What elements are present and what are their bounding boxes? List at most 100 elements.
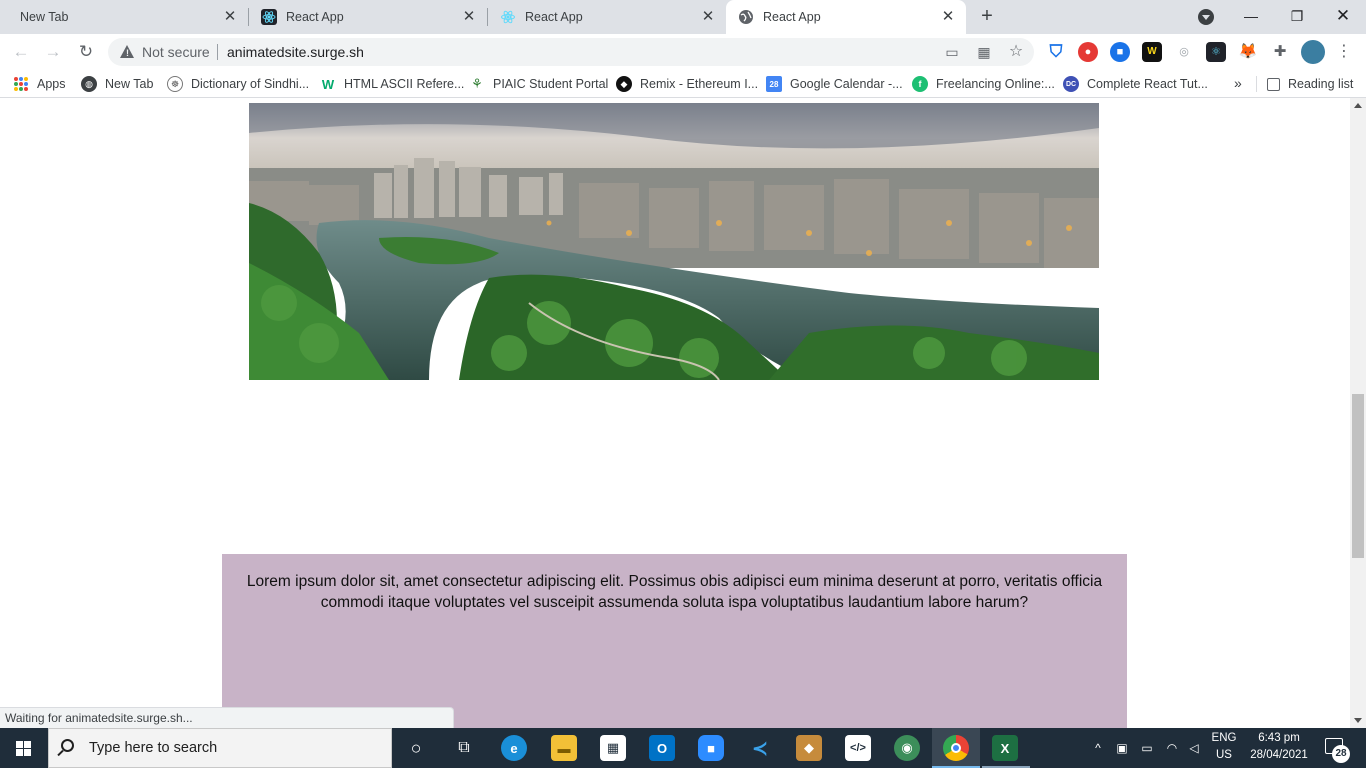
globe-icon xyxy=(738,9,754,25)
tray-app-icon[interactable]: ▣ xyxy=(1114,740,1130,756)
back-button[interactable]: ← xyxy=(10,41,32,63)
reading-list-label: Reading list xyxy=(1288,77,1354,91)
puzzle-extensions-icon[interactable]: ✚ xyxy=(1270,42,1290,62)
minimize-button[interactable]: — xyxy=(1228,2,1274,30)
region-indicator[interactable]: US xyxy=(1208,749,1240,761)
task-view-icon[interactable]: ⧉ xyxy=(451,735,477,761)
vertical-scrollbar[interactable] xyxy=(1350,98,1366,728)
tray-overflow-icon[interactable]: ^ xyxy=(1090,740,1106,756)
blue-extension-icon[interactable]: ■ xyxy=(1110,42,1130,62)
cast-icon[interactable]: ▭ xyxy=(944,44,960,60)
globe-icon: ◍ xyxy=(81,76,97,92)
language-indicator[interactable]: ENG xyxy=(1208,732,1240,744)
volume-icon[interactable]: ◁ xyxy=(1186,740,1202,756)
shield-extension-icon[interactable]: ⛉ xyxy=(1046,42,1066,62)
bookmark-freelancing[interactable]: f Freelancing Online:... xyxy=(912,75,1055,93)
red-extension-icon[interactable]: ● xyxy=(1078,42,1098,62)
qr-code-icon[interactable]: ▦ xyxy=(976,44,992,60)
bookmark-remix[interactable]: ◆ Remix - Ethereum I... xyxy=(616,75,758,93)
tab-title: New Tab xyxy=(20,10,69,24)
dc-icon: DC xyxy=(1063,76,1079,92)
outlook-icon[interactable]: O xyxy=(649,735,675,761)
tab-react-app-active[interactable]: React App ✕ xyxy=(726,0,966,34)
scroll-thumb[interactable] xyxy=(1352,394,1364,558)
metamask-icon[interactable]: 🦊 xyxy=(1238,42,1258,62)
bookmark-google-calendar[interactable]: 28 Google Calendar -... xyxy=(766,75,903,93)
store-icon[interactable]: ▦ xyxy=(600,735,626,761)
page-viewport: Lorem ipsum dolor sit, amet consectetur … xyxy=(0,98,1350,728)
profile-avatar[interactable] xyxy=(1301,40,1325,64)
notification-count-badge: 28 xyxy=(1332,745,1350,763)
reading-list-button[interactable]: Reading list xyxy=(1267,75,1353,93)
package-app-icon[interactable]: ◆ xyxy=(796,735,822,761)
content-box: Lorem ipsum dolor sit, amet consectetur … xyxy=(222,554,1127,728)
code-editor-icon[interactable]: </> xyxy=(845,735,871,761)
bookmark-label: New Tab xyxy=(105,77,154,91)
close-icon[interactable]: ✕ xyxy=(700,9,716,25)
search-placeholder: Type here to search xyxy=(89,740,218,756)
bookmark-star-icon[interactable]: ☆ xyxy=(1008,44,1024,60)
scroll-up-arrow-icon[interactable] xyxy=(1354,103,1362,108)
bookmark-html-ascii[interactable]: W HTML ASCII Refere... xyxy=(320,75,465,93)
security-status[interactable]: Not secure xyxy=(142,44,210,60)
circle-extension-icon[interactable]: ◎ xyxy=(1174,42,1194,62)
scroll-down-arrow-icon[interactable] xyxy=(1354,718,1362,723)
address-bar[interactable]: ! Not secure animatedsite.surge.sh ▭ ▦ ☆ xyxy=(108,38,1034,66)
status-bubble: Waiting for animatedsite.surge.sh... xyxy=(0,707,454,728)
wappalyzer-extension-icon[interactable]: W xyxy=(1142,42,1162,62)
calendar-icon: 28 xyxy=(766,76,782,92)
tab-react-app-2[interactable]: React App ✕ xyxy=(488,0,726,34)
tab-title: React App xyxy=(286,10,344,24)
bookmark-new-tab[interactable]: ◍ New Tab xyxy=(81,75,153,93)
bookmarks-overflow-icon[interactable]: » xyxy=(1234,75,1242,91)
chrome-icon[interactable] xyxy=(943,735,969,761)
close-icon[interactable]: ✕ xyxy=(222,9,238,25)
tab-search-icon[interactable] xyxy=(1198,9,1214,25)
globe-app-icon[interactable]: ◉ xyxy=(894,735,920,761)
dictionary-icon: ☸ xyxy=(167,76,183,92)
windows-taskbar: Type here to search ○ ⧉ e ▬ ▦ O ■ ≺ ◆ </… xyxy=(0,728,1366,768)
file-explorer-icon[interactable]: ▬ xyxy=(551,735,577,761)
bookmark-label: Google Calendar -... xyxy=(790,77,903,91)
divider xyxy=(217,44,218,60)
react-devtools-icon[interactable]: ⚛ xyxy=(1206,42,1226,62)
excel-icon[interactable]: X xyxy=(992,735,1018,761)
divider xyxy=(1256,76,1257,92)
wifi-icon[interactable]: ◠ xyxy=(1164,740,1180,756)
taskbar-search-box[interactable]: Type here to search xyxy=(48,728,392,768)
react-icon xyxy=(500,9,516,25)
edge-icon[interactable]: e xyxy=(501,735,527,761)
start-button[interactable] xyxy=(0,728,48,768)
forward-button[interactable]: → xyxy=(42,41,64,63)
restore-button[interactable]: ❐ xyxy=(1274,2,1320,30)
more-menu-icon[interactable]: ⋮ xyxy=(1336,42,1352,62)
url-text[interactable]: animatedsite.surge.sh xyxy=(227,44,364,60)
new-tab-button[interactable]: + xyxy=(976,6,998,28)
bookmark-piaic[interactable]: ⚘ PIAIC Student Portal xyxy=(469,75,608,93)
bookmarks-bar: Apps ◍ New Tab ☸ Dictionary of Sindhi...… xyxy=(0,70,1366,98)
close-icon[interactable]: ✕ xyxy=(461,9,477,25)
remix-icon: ◆ xyxy=(616,76,632,92)
tab-new-tab[interactable]: New Tab ✕ xyxy=(8,0,248,34)
clock-date[interactable]: 28/04/2021 xyxy=(1244,749,1314,761)
bookmark-label: HTML ASCII Refere... xyxy=(344,77,465,91)
tab-react-app-1[interactable]: React App ✕ xyxy=(249,0,487,34)
fiverr-icon: f xyxy=(912,76,928,92)
browser-toolbar: ← → ↻ ! Not secure animatedsite.surge.sh… xyxy=(0,34,1366,70)
bookmark-label: Freelancing Online:... xyxy=(936,77,1055,91)
battery-icon[interactable]: ▭ xyxy=(1139,740,1155,756)
windows-logo-icon xyxy=(16,741,32,756)
bookmark-apps[interactable]: Apps xyxy=(14,75,66,93)
clock-time[interactable]: 6:43 pm xyxy=(1244,732,1314,744)
tab-title: React App xyxy=(525,10,583,24)
bookmark-dictionary[interactable]: ☸ Dictionary of Sindhi... xyxy=(167,75,309,93)
vscode-icon[interactable]: ≺ xyxy=(747,735,773,761)
cortana-icon[interactable]: ○ xyxy=(403,735,429,761)
warning-icon[interactable]: ! xyxy=(120,45,134,58)
bookmark-react-tutorial[interactable]: DC Complete React Tut... xyxy=(1063,75,1208,93)
close-icon[interactable]: ✕ xyxy=(940,9,956,25)
zoom-icon[interactable]: ■ xyxy=(698,735,724,761)
bookmark-label: Apps xyxy=(37,77,66,91)
close-window-button[interactable]: ✕ xyxy=(1320,2,1366,30)
reload-button[interactable]: ↻ xyxy=(75,41,97,63)
